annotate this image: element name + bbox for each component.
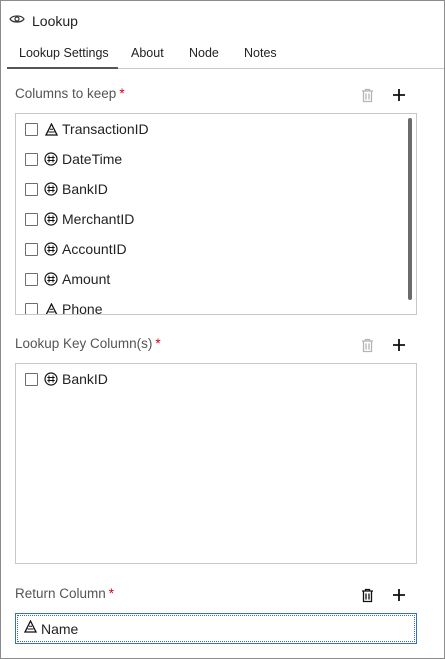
- checkbox[interactable]: [25, 152, 38, 166]
- return-column-field[interactable]: Name: [15, 613, 417, 644]
- list-item[interactable]: AccountID: [25, 239, 127, 259]
- add-return-column-button[interactable]: [390, 586, 408, 604]
- scrollbar[interactable]: [408, 118, 412, 300]
- list-item[interactable]: Phone: [25, 299, 103, 315]
- delete-columns-to-keep-button[interactable]: [358, 86, 376, 104]
- column-name: BankID: [62, 181, 108, 197]
- column-name: BankID: [62, 371, 108, 387]
- checkbox[interactable]: [25, 272, 38, 286]
- numeric-column-icon: [44, 182, 58, 196]
- numeric-column-icon: [44, 152, 58, 166]
- checkbox[interactable]: [25, 302, 38, 314]
- checkbox[interactable]: [25, 122, 38, 136]
- columns-to-keep-list[interactable]: TransactionID DateTime BankID MerchantID: [15, 113, 417, 315]
- list-item[interactable]: DateTime: [25, 149, 122, 169]
- tab-about[interactable]: About: [131, 43, 164, 69]
- return-column-label: Return Column *: [15, 586, 115, 601]
- character-column-icon: [44, 302, 58, 314]
- list-item[interactable]: BankID: [25, 369, 108, 389]
- lookup-key-columns-label: Lookup Key Column(s) *: [15, 336, 161, 351]
- title-bar: Lookup: [9, 11, 78, 31]
- checkbox[interactable]: [25, 182, 38, 196]
- required-marker: *: [108, 586, 115, 601]
- tab-bar: Lookup Settings About Node Notes: [7, 43, 444, 69]
- plus-icon: [393, 339, 405, 351]
- delete-return-column-button[interactable]: [358, 586, 376, 604]
- required-marker: *: [119, 86, 125, 101]
- add-columns-to-keep-button[interactable]: [390, 86, 408, 104]
- checkbox[interactable]: [25, 212, 38, 226]
- delete-lookup-key-button[interactable]: [358, 336, 376, 354]
- lookup-key-columns-list[interactable]: BankID: [15, 363, 417, 564]
- lookup-eye-icon: [9, 12, 25, 31]
- column-name: TransactionID: [62, 121, 149, 137]
- list-item[interactable]: Amount: [25, 269, 110, 289]
- plus-icon: [393, 589, 405, 601]
- column-name: Amount: [62, 271, 111, 287]
- trash-icon: [361, 588, 373, 602]
- list-item[interactable]: TransactionID: [25, 119, 149, 139]
- trash-icon: [361, 338, 373, 352]
- tab-notes[interactable]: Notes: [244, 43, 277, 69]
- character-column-icon: [23, 619, 38, 638]
- checkbox[interactable]: [25, 242, 38, 256]
- numeric-column-icon: [44, 212, 58, 226]
- tab-node[interactable]: Node: [189, 43, 219, 69]
- column-name: Phone: [62, 301, 103, 315]
- column-name: MerchantID: [62, 211, 135, 227]
- numeric-column-icon: [44, 242, 58, 256]
- list-item[interactable]: MerchantID: [25, 209, 134, 229]
- character-column-icon: [44, 122, 58, 136]
- plus-icon: [393, 89, 405, 101]
- column-name: DateTime: [62, 151, 123, 167]
- checkbox[interactable]: [25, 372, 38, 386]
- column-name: AccountID: [62, 241, 127, 257]
- tab-lookup-settings[interactable]: Lookup Settings: [7, 43, 118, 69]
- numeric-column-icon: [44, 372, 58, 386]
- trash-icon: [361, 88, 373, 102]
- panel-title: Lookup: [32, 13, 78, 29]
- lookup-panel: Lookup Lookup Settings About Node Notes …: [0, 0, 445, 659]
- return-column-value: Name: [41, 620, 79, 637]
- list-item[interactable]: BankID: [25, 179, 108, 199]
- columns-to-keep-label: Columns to keep *: [15, 86, 125, 101]
- add-lookup-key-button[interactable]: [390, 336, 408, 354]
- required-marker: *: [155, 336, 161, 351]
- numeric-column-icon: [44, 272, 58, 286]
